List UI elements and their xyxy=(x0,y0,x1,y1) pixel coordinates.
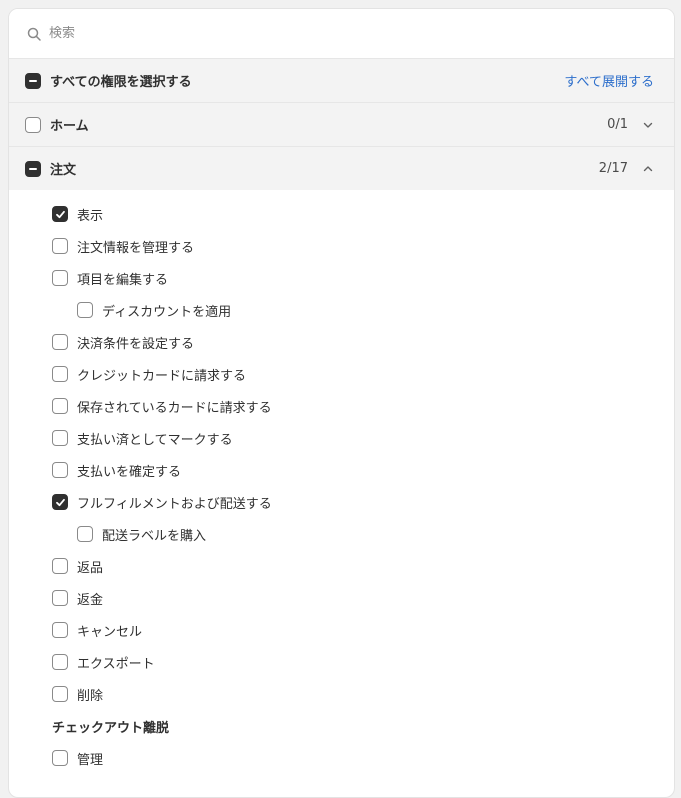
permission-checkbox[interactable] xyxy=(52,462,68,478)
permission-checkbox[interactable] xyxy=(52,494,68,510)
permission-checkbox[interactable] xyxy=(52,622,68,638)
permission-label: 決済条件を設定する xyxy=(77,336,195,352)
permission-item[interactable]: 支払い済としてマークする xyxy=(9,422,674,454)
group-orders-label: 注文 xyxy=(50,163,77,178)
group-home[interactable]: ホーム 0/1 xyxy=(9,102,674,146)
permission-subitem[interactable]: ディスカウントを適用 xyxy=(9,294,674,326)
permission-checkbox[interactable] xyxy=(52,398,68,414)
permission-item[interactable]: 項目を編集する xyxy=(9,262,674,294)
select-all-row: すべての権限を選択する すべて展開する xyxy=(9,58,674,102)
permission-checkbox[interactable] xyxy=(77,526,93,542)
permission-item[interactable]: 決済条件を設定する xyxy=(9,326,674,358)
search-icon xyxy=(27,27,41,41)
permission-label: 配送ラベルを購入 xyxy=(102,528,207,544)
permission-label: 返金 xyxy=(77,592,104,608)
permission-item[interactable]: 管理 xyxy=(9,742,674,774)
permission-label: 表示 xyxy=(77,208,104,224)
permission-checkbox[interactable] xyxy=(52,430,68,446)
permission-label: 注文情報を管理する xyxy=(77,240,195,256)
permission-checkbox[interactable] xyxy=(52,686,68,702)
permission-checkbox[interactable] xyxy=(52,558,68,574)
permission-item[interactable]: 保存されているカードに請求する xyxy=(9,390,674,422)
order-permission-list: 表示 注文情報を管理する 項目を編集する ディスカウントを適用 決済条件を設定す… xyxy=(9,190,674,774)
group-orders[interactable]: 注文 2/17 xyxy=(9,146,674,190)
permission-label: フルフィルメントおよび配送する xyxy=(77,496,272,512)
permission-checkbox[interactable] xyxy=(52,270,68,286)
search-bar xyxy=(9,9,674,58)
section-title-checkout-abandon: チェックアウト離脱 xyxy=(52,720,170,736)
permission-label: エクスポート xyxy=(77,656,155,672)
permission-subitem[interactable]: 配送ラベルを購入 xyxy=(9,518,674,550)
expand-all-link[interactable]: すべて展開する xyxy=(564,71,654,90)
permission-checkbox[interactable] xyxy=(52,590,68,606)
search-input[interactable] xyxy=(49,26,649,41)
permission-item[interactable]: 支払いを確定する xyxy=(9,454,674,486)
permission-label: 項目を編集する xyxy=(77,272,169,288)
group-orders-count: 2/17 xyxy=(598,161,628,176)
group-home-label: ホーム xyxy=(50,119,89,134)
permission-checkbox[interactable] xyxy=(77,302,93,318)
select-all-label: すべての権限を選択する xyxy=(50,75,192,90)
permission-item[interactable]: 返金 xyxy=(9,582,674,614)
permission-item[interactable]: 返品 xyxy=(9,550,674,582)
select-all-checkbox[interactable] xyxy=(25,72,41,89)
chevron-down-icon[interactable] xyxy=(642,119,654,131)
permission-checkbox[interactable] xyxy=(52,654,68,670)
permission-checkbox[interactable] xyxy=(52,334,68,350)
permission-label: クレジットカードに請求する xyxy=(77,368,247,384)
permission-item[interactable]: 削除 xyxy=(9,678,674,710)
group-home-count: 0/1 xyxy=(607,117,628,132)
permissions-card: すべての権限を選択する すべて展開する ホーム 0/1 注文 2/17 表示 注… xyxy=(8,8,675,798)
permission-item[interactable]: クレジットカードに請求する xyxy=(9,358,674,390)
permission-label: 支払いを確定する xyxy=(77,464,182,480)
permission-item[interactable]: 表示 xyxy=(9,198,674,230)
permission-checkbox[interactable] xyxy=(52,206,68,222)
permission-item[interactable]: フルフィルメントおよび配送する xyxy=(9,486,674,518)
permission-item[interactable]: 注文情報を管理する xyxy=(9,230,674,262)
permission-checkbox[interactable] xyxy=(52,238,68,254)
permission-checkbox[interactable] xyxy=(52,366,68,382)
group-orders-checkbox[interactable] xyxy=(25,160,41,177)
permission-label: 保存されているカードに請求する xyxy=(77,400,272,416)
permission-label: 支払い済としてマークする xyxy=(77,432,233,448)
permission-item[interactable]: エクスポート xyxy=(9,646,674,678)
permission-label: ディスカウントを適用 xyxy=(102,304,232,320)
permission-label: キャンセル xyxy=(77,624,143,640)
permission-label: 返品 xyxy=(77,560,104,576)
permission-item[interactable]: キャンセル xyxy=(9,614,674,646)
chevron-up-icon[interactable] xyxy=(642,163,654,175)
permission-label: 削除 xyxy=(77,688,104,704)
permission-checkbox[interactable] xyxy=(52,750,68,766)
permission-label: 管理 xyxy=(77,752,104,768)
group-home-checkbox[interactable] xyxy=(25,116,41,133)
